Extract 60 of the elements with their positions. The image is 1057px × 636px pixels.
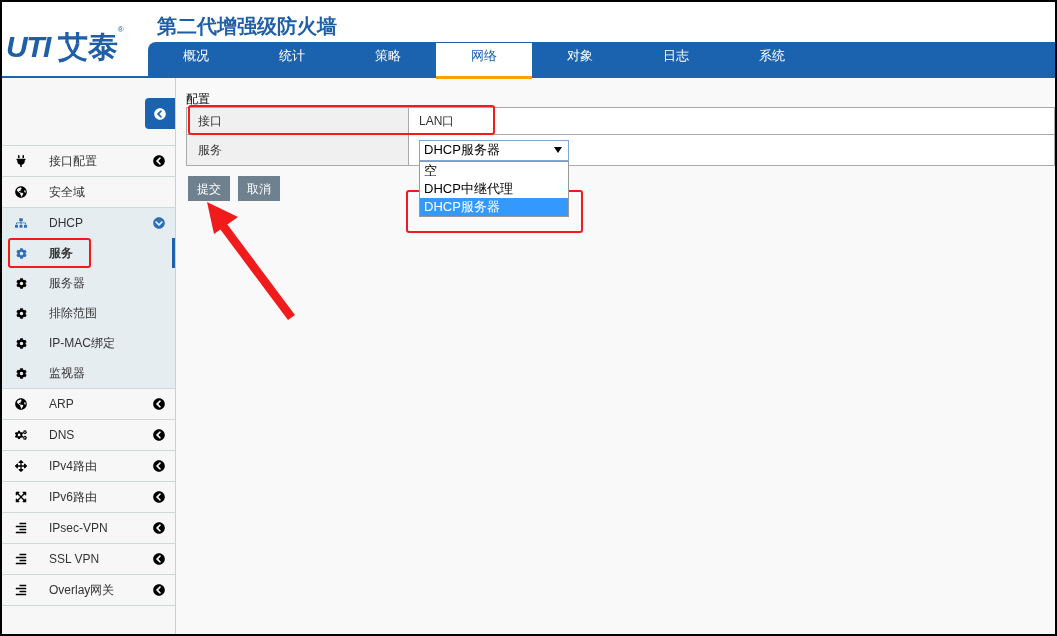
chevron-left-icon[interactable] <box>153 398 165 410</box>
gear-icon <box>16 307 27 319</box>
plug-icon <box>15 155 27 167</box>
chevron-left-icon[interactable] <box>153 460 165 472</box>
sidebar-item[interactable]: Overlay网关 <box>2 575 175 605</box>
dropdown-option[interactable]: 空 <box>420 161 568 180</box>
sidebar-subitem[interactable]: 服务 <box>2 238 175 268</box>
chevron-left-icon[interactable] <box>153 429 165 441</box>
chevron-left-icon <box>154 107 166 120</box>
nav-tab[interactable]: 策略 <box>340 42 436 78</box>
logo: UTI 艾泰® <box>6 23 124 65</box>
globe-icon <box>15 186 27 198</box>
nav-tab[interactable]: 对象 <box>532 42 628 78</box>
sidebar-item[interactable]: IPv4路由 <box>2 451 175 481</box>
section-title: 配置 <box>186 91 211 107</box>
sidebar-item[interactable]: IPsec-VPN <box>2 513 175 543</box>
gears-icon <box>15 429 27 441</box>
lines-icon <box>15 522 27 534</box>
sidebar-item[interactable]: DNS <box>2 420 175 450</box>
service-select[interactable]: DHCP服务器 <box>419 139 569 161</box>
collapse-sidebar-button[interactable] <box>145 98 175 129</box>
form-button[interactable]: 取消 <box>238 176 280 201</box>
move-arrows-icon <box>15 460 27 472</box>
nav-tab[interactable]: 系统 <box>724 42 820 78</box>
gear-icon <box>16 337 27 349</box>
nav-tab[interactable]: 网络 <box>436 43 532 79</box>
field-value: LAN口 <box>419 113 455 130</box>
sidebar-item[interactable]: 安全域 <box>2 177 175 207</box>
chevron-left-icon[interactable] <box>153 155 165 167</box>
lines-icon <box>15 553 27 565</box>
dropdown-caret-icon <box>554 147 562 153</box>
sidebar-subitem[interactable]: 监视器 <box>2 358 175 388</box>
field-label: 接口 <box>187 108 409 134</box>
nav-tab[interactable]: 日志 <box>628 42 724 78</box>
globe-icon <box>15 398 27 410</box>
chevron-down-icon[interactable] <box>153 217 165 229</box>
sidebar-item[interactable]: SSL VPN <box>2 544 175 574</box>
sidebar-item[interactable]: ARP <box>2 389 175 419</box>
expand-arrows-icon <box>15 491 27 503</box>
chevron-left-icon[interactable] <box>153 584 165 596</box>
chevron-left-icon[interactable] <box>153 522 165 534</box>
chevron-left-icon[interactable] <box>153 553 165 565</box>
sitemap-icon <box>15 217 27 229</box>
gear-icon <box>16 277 27 289</box>
sidebar-subitem[interactable]: 排除范围 <box>2 298 175 328</box>
sidebar-subitem[interactable]: IP-MAC绑定 <box>2 328 175 358</box>
field-label: 服务 <box>187 135 409 165</box>
gear-icon <box>16 367 27 379</box>
sidebar-subitem[interactable]: 服务器 <box>2 268 175 298</box>
sidebar-item[interactable]: IPv6路由 <box>2 482 175 512</box>
form-button[interactable]: 提交 <box>188 176 230 201</box>
nav-tab[interactable]: 概况 <box>148 42 244 78</box>
product-title: 第二代增强级防火墙 <box>157 14 337 39</box>
nav-tab[interactable]: 统计 <box>244 42 340 78</box>
lines-icon <box>15 584 27 596</box>
dropdown-option[interactable]: DHCP中继代理 <box>420 179 568 198</box>
sidebar-item[interactable]: DHCP <box>2 208 175 238</box>
gear-icon <box>16 247 27 259</box>
chevron-left-icon[interactable] <box>153 491 165 503</box>
sidebar-item[interactable]: 接口配置 <box>2 146 175 176</box>
